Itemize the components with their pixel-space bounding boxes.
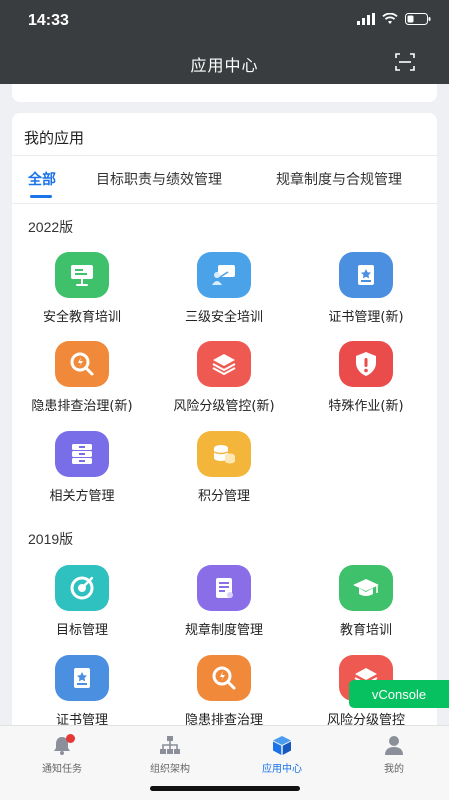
card-title: 我的应用 xyxy=(24,129,85,147)
app-safety-education-training[interactable]: 安全教育培训 xyxy=(12,252,152,325)
app-label: 隐患排查治理(新) xyxy=(31,399,133,414)
app-label: 教育培训 xyxy=(339,623,392,638)
signal-icon xyxy=(357,13,375,25)
my-apps-card: 我的应用 全部 目标职责与绩效管理 规章制度与合规管理 2022版 安全教育培训… xyxy=(12,113,437,725)
archive-icon xyxy=(55,431,109,477)
app-header: 14:33 应用中心 xyxy=(0,0,449,84)
tabbar-item-organization[interactable]: 组织架构 xyxy=(130,734,210,775)
tab-all[interactable]: 全部 xyxy=(28,169,56,189)
divider xyxy=(12,203,437,204)
tabbar-label: 我的 xyxy=(384,764,404,775)
tabbar-label: 通知任务 xyxy=(42,764,82,775)
app-points-management[interactable]: 积分管理 xyxy=(154,431,294,504)
document-icon xyxy=(197,565,251,611)
tabbar-label: 组织架构 xyxy=(150,764,190,775)
home-indicator xyxy=(150,786,300,791)
cube-icon xyxy=(273,736,291,755)
app-label: 证书管理(新) xyxy=(328,310,404,325)
tabbar-item-mine[interactable]: 我的 xyxy=(354,734,434,775)
app-special-operations-new[interactable]: 特殊作业(新) xyxy=(296,341,436,414)
section-title-2022: 2022版 xyxy=(28,219,74,235)
layers-icon xyxy=(197,341,251,387)
app-label: 目标管理 xyxy=(55,623,108,638)
wifi-icon xyxy=(382,13,398,24)
certificate-icon xyxy=(339,252,393,298)
app-label: 风险分级管控 xyxy=(326,713,405,725)
status-bar: 14:33 xyxy=(0,0,449,40)
tab-rules-compliance[interactable]: 规章制度与合规管理 xyxy=(276,169,402,189)
shield-alert-icon xyxy=(339,341,393,387)
category-tabs: 全部 目标职责与绩效管理 规章制度与合规管理 xyxy=(12,165,437,201)
app-goal-management[interactable]: 目标管理 xyxy=(12,565,152,638)
app-label: 隐患排查治理 xyxy=(184,713,263,725)
scan-icon[interactable] xyxy=(395,52,415,72)
status-time: 14:33 xyxy=(28,12,69,29)
coins-icon xyxy=(197,431,251,477)
app-three-level-safety-training[interactable]: 三级安全培训 xyxy=(154,252,294,325)
app-hazard-inspection[interactable]: 隐患排查治理 xyxy=(154,655,294,725)
app-education-training[interactable]: 教育培训 xyxy=(296,565,436,638)
tabbar-item-app-center[interactable]: 应用中心 xyxy=(242,734,322,775)
notification-badge xyxy=(66,734,75,743)
user-icon xyxy=(385,736,403,755)
hazard-search-icon xyxy=(55,341,109,387)
page-title: 应用中心 xyxy=(190,56,259,75)
status-icons xyxy=(357,13,431,25)
app-rules-regulations-management[interactable]: 规章制度管理 xyxy=(154,565,294,638)
app-label: 三级安全培训 xyxy=(184,310,263,325)
app-certificate-management[interactable]: 证书管理 xyxy=(12,655,152,725)
battery-icon xyxy=(405,13,431,25)
divider xyxy=(12,155,437,156)
hazard-search-icon xyxy=(197,655,251,701)
tab-goals-performance[interactable]: 目标职责与绩效管理 xyxy=(96,169,222,189)
previous-card-edge xyxy=(12,84,437,102)
app-label: 积分管理 xyxy=(197,489,250,504)
classroom-icon xyxy=(197,252,251,298)
app-related-party-management[interactable]: 相关方管理 xyxy=(12,431,152,504)
section-title-2019: 2019版 xyxy=(28,531,74,547)
target-icon xyxy=(55,565,109,611)
app-label: 风险分级管控(新) xyxy=(173,399,275,414)
app-label: 安全教育培训 xyxy=(42,310,121,325)
app-hazard-inspection-new[interactable]: 隐患排查治理(新) xyxy=(12,341,152,414)
app-label: 证书管理 xyxy=(55,713,108,725)
tabbar-label: 应用中心 xyxy=(262,764,302,775)
org-chart-icon xyxy=(160,736,180,754)
certificate-icon xyxy=(55,655,109,701)
graduation-cap-icon xyxy=(339,565,393,611)
app-label: 规章制度管理 xyxy=(184,623,263,638)
vconsole-button[interactable]: vConsole xyxy=(349,680,449,708)
app-label: 相关方管理 xyxy=(49,489,115,504)
app-label: 特殊作业(新) xyxy=(328,399,404,414)
presentation-icon xyxy=(55,252,109,298)
active-tab-indicator xyxy=(30,195,52,198)
app-risk-graded-control-new[interactable]: 风险分级管控(新) xyxy=(154,341,294,414)
app-certificate-management-new[interactable]: 证书管理(新) xyxy=(296,252,436,325)
tabbar-item-notifications[interactable]: 通知任务 xyxy=(22,734,102,775)
